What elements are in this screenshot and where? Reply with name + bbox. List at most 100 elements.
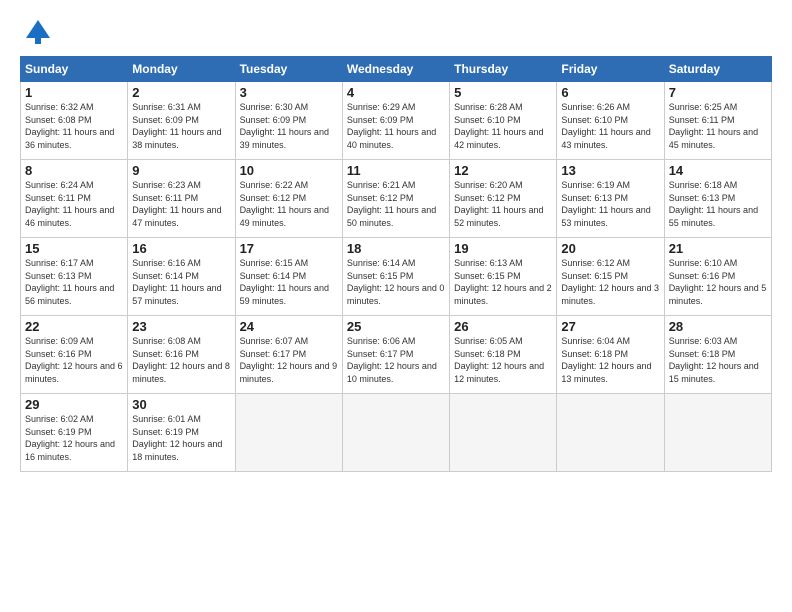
calendar-cell: 14 Sunrise: 6:18 AM Sunset: 6:13 PM Dayl… — [664, 160, 771, 238]
calendar-cell: 7 Sunrise: 6:25 AM Sunset: 6:11 PM Dayli… — [664, 82, 771, 160]
calendar-cell: 23 Sunrise: 6:08 AM Sunset: 6:16 PM Dayl… — [128, 316, 235, 394]
sunset: Sunset: 6:11 PM — [669, 115, 735, 125]
sunrise: Sunrise: 6:25 AM — [669, 102, 738, 112]
col-sunday: Sunday — [21, 57, 128, 82]
calendar-cell: 12 Sunrise: 6:20 AM Sunset: 6:12 PM Dayl… — [450, 160, 557, 238]
daylight-label: Daylight: 11 hours and 38 minutes. — [132, 127, 221, 150]
daylight-label: Daylight: 12 hours and 3 minutes. — [561, 283, 659, 306]
sunrise: Sunrise: 6:07 AM — [240, 336, 309, 346]
sunrise: Sunrise: 6:21 AM — [347, 180, 416, 190]
day-number: 6 — [561, 85, 659, 100]
day-number: 19 — [454, 241, 552, 256]
logo-icon — [24, 18, 52, 46]
sunset: Sunset: 6:16 PM — [132, 349, 199, 359]
day-number: 11 — [347, 163, 445, 178]
day-number: 25 — [347, 319, 445, 334]
calendar-cell: 26 Sunrise: 6:05 AM Sunset: 6:18 PM Dayl… — [450, 316, 557, 394]
sunset: Sunset: 6:11 PM — [132, 193, 198, 203]
sunrise: Sunrise: 6:08 AM — [132, 336, 201, 346]
day-number: 27 — [561, 319, 659, 334]
daylight-label: Daylight: 11 hours and 57 minutes. — [132, 283, 221, 306]
calendar-cell — [450, 394, 557, 472]
sunset: Sunset: 6:19 PM — [132, 427, 199, 437]
sunrise: Sunrise: 6:10 AM — [669, 258, 738, 268]
day-info: Sunrise: 6:01 AM Sunset: 6:19 PM Dayligh… — [132, 413, 230, 463]
sunrise: Sunrise: 6:28 AM — [454, 102, 523, 112]
sunset: Sunset: 6:16 PM — [669, 271, 736, 281]
logo — [20, 18, 52, 46]
daylight-label: Daylight: 11 hours and 47 minutes. — [132, 205, 221, 228]
sunrise: Sunrise: 6:05 AM — [454, 336, 523, 346]
sunset: Sunset: 6:12 PM — [240, 193, 307, 203]
sunrise: Sunrise: 6:18 AM — [669, 180, 738, 190]
sunrise: Sunrise: 6:22 AM — [240, 180, 309, 190]
calendar-cell: 9 Sunrise: 6:23 AM Sunset: 6:11 PM Dayli… — [128, 160, 235, 238]
day-info: Sunrise: 6:12 AM Sunset: 6:15 PM Dayligh… — [561, 257, 659, 307]
sunrise: Sunrise: 6:02 AM — [25, 414, 94, 424]
day-number: 8 — [25, 163, 123, 178]
day-info: Sunrise: 6:08 AM Sunset: 6:16 PM Dayligh… — [132, 335, 230, 385]
col-monday: Monday — [128, 57, 235, 82]
day-info: Sunrise: 6:31 AM Sunset: 6:09 PM Dayligh… — [132, 101, 230, 151]
day-info: Sunrise: 6:13 AM Sunset: 6:15 PM Dayligh… — [454, 257, 552, 307]
daylight-label: Daylight: 12 hours and 16 minutes. — [25, 439, 115, 462]
day-info: Sunrise: 6:24 AM Sunset: 6:11 PM Dayligh… — [25, 179, 123, 229]
day-info: Sunrise: 6:30 AM Sunset: 6:09 PM Dayligh… — [240, 101, 338, 151]
sunset: Sunset: 6:15 PM — [347, 271, 414, 281]
sunrise: Sunrise: 6:04 AM — [561, 336, 630, 346]
calendar-cell: 5 Sunrise: 6:28 AM Sunset: 6:10 PM Dayli… — [450, 82, 557, 160]
day-number: 21 — [669, 241, 767, 256]
calendar-cell — [557, 394, 664, 472]
day-number: 20 — [561, 241, 659, 256]
calendar-cell: 17 Sunrise: 6:15 AM Sunset: 6:14 PM Dayl… — [235, 238, 342, 316]
sunset: Sunset: 6:09 PM — [132, 115, 199, 125]
day-number: 24 — [240, 319, 338, 334]
daylight-label: Daylight: 12 hours and 5 minutes. — [669, 283, 767, 306]
sunset: Sunset: 6:14 PM — [132, 271, 199, 281]
daylight-label: Daylight: 12 hours and 15 minutes. — [669, 361, 759, 384]
calendar-cell: 24 Sunrise: 6:07 AM Sunset: 6:17 PM Dayl… — [235, 316, 342, 394]
calendar-week-1: 8 Sunrise: 6:24 AM Sunset: 6:11 PM Dayli… — [21, 160, 772, 238]
sunrise: Sunrise: 6:23 AM — [132, 180, 201, 190]
day-number: 3 — [240, 85, 338, 100]
sunset: Sunset: 6:17 PM — [240, 349, 307, 359]
sunset: Sunset: 6:14 PM — [240, 271, 307, 281]
daylight-label: Daylight: 12 hours and 13 minutes. — [561, 361, 651, 384]
calendar-week-2: 15 Sunrise: 6:17 AM Sunset: 6:13 PM Dayl… — [21, 238, 772, 316]
day-info: Sunrise: 6:02 AM Sunset: 6:19 PM Dayligh… — [25, 413, 123, 463]
day-number: 10 — [240, 163, 338, 178]
header — [20, 18, 772, 46]
day-number: 22 — [25, 319, 123, 334]
col-thursday: Thursday — [450, 57, 557, 82]
day-number: 16 — [132, 241, 230, 256]
day-info: Sunrise: 6:17 AM Sunset: 6:13 PM Dayligh… — [25, 257, 123, 307]
daylight-label: Daylight: 11 hours and 45 minutes. — [669, 127, 758, 150]
sunrise: Sunrise: 6:14 AM — [347, 258, 416, 268]
day-info: Sunrise: 6:09 AM Sunset: 6:16 PM Dayligh… — [25, 335, 123, 385]
calendar-table: Sunday Monday Tuesday Wednesday Thursday… — [20, 56, 772, 472]
day-number: 23 — [132, 319, 230, 334]
daylight-label: Daylight: 12 hours and 8 minutes. — [132, 361, 230, 384]
sunrise: Sunrise: 6:15 AM — [240, 258, 309, 268]
day-number: 12 — [454, 163, 552, 178]
day-info: Sunrise: 6:05 AM Sunset: 6:18 PM Dayligh… — [454, 335, 552, 385]
weekday-header-row: Sunday Monday Tuesday Wednesday Thursday… — [21, 57, 772, 82]
calendar-week-0: 1 Sunrise: 6:32 AM Sunset: 6:08 PM Dayli… — [21, 82, 772, 160]
sunset: Sunset: 6:15 PM — [561, 271, 628, 281]
calendar-cell: 30 Sunrise: 6:01 AM Sunset: 6:19 PM Dayl… — [128, 394, 235, 472]
col-saturday: Saturday — [664, 57, 771, 82]
day-number: 30 — [132, 397, 230, 412]
calendar-cell: 29 Sunrise: 6:02 AM Sunset: 6:19 PM Dayl… — [21, 394, 128, 472]
sunrise: Sunrise: 6:31 AM — [132, 102, 201, 112]
daylight-label: Daylight: 12 hours and 10 minutes. — [347, 361, 437, 384]
daylight-label: Daylight: 11 hours and 49 minutes. — [240, 205, 329, 228]
daylight-label: Daylight: 11 hours and 42 minutes. — [454, 127, 543, 150]
calendar-cell: 22 Sunrise: 6:09 AM Sunset: 6:16 PM Dayl… — [21, 316, 128, 394]
daylight-label: Daylight: 11 hours and 50 minutes. — [347, 205, 436, 228]
day-number: 15 — [25, 241, 123, 256]
sunrise: Sunrise: 6:24 AM — [25, 180, 94, 190]
sunrise: Sunrise: 6:30 AM — [240, 102, 309, 112]
sunrise: Sunrise: 6:32 AM — [25, 102, 94, 112]
day-info: Sunrise: 6:20 AM Sunset: 6:12 PM Dayligh… — [454, 179, 552, 229]
daylight-label: Daylight: 11 hours and 53 minutes. — [561, 205, 650, 228]
